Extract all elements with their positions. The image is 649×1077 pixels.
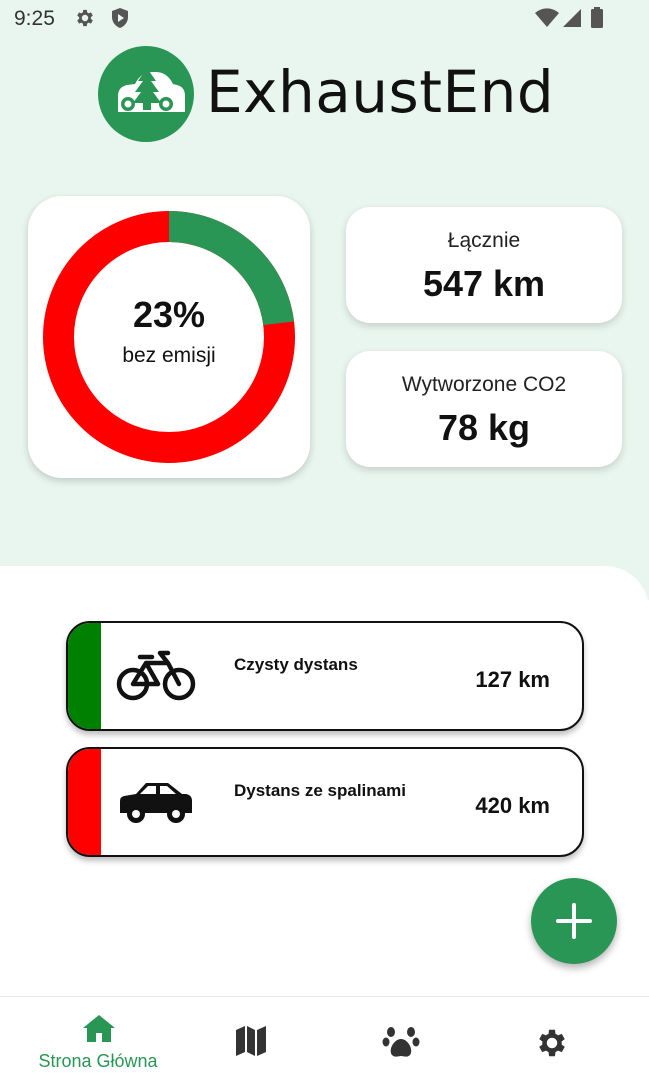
co2-value: 78 kg xyxy=(437,407,531,448)
status-time: 9:25 xyxy=(14,7,55,30)
trip-label: Czysty dystans xyxy=(234,655,358,674)
car-icon xyxy=(116,779,196,830)
nav-item-map[interactable] xyxy=(230,997,270,1077)
nav-label-home: Strona Główna xyxy=(38,1051,158,1071)
trip-value: 420 km xyxy=(475,793,550,818)
status-bar: 9:25 xyxy=(0,0,649,36)
total-distance-value: 547 km xyxy=(422,263,546,304)
total-distance-label: Łącznie xyxy=(447,229,521,252)
gear-icon xyxy=(534,1025,570,1066)
trip-row-clean[interactable]: Czysty dystans 127 km xyxy=(66,621,584,731)
co2-label: Wytworzone CO2 xyxy=(401,373,567,396)
trip-value: 127 km xyxy=(475,667,550,692)
app-header: ExhaustEnd xyxy=(98,46,568,142)
bicycle-icon xyxy=(116,649,196,708)
emission-donut-chart xyxy=(43,211,295,463)
paw-icon xyxy=(382,1025,420,1064)
bottom-nav: Strona Główna xyxy=(0,996,649,1077)
total-distance-card: Łącznie 547 km xyxy=(346,207,622,323)
shield-icon xyxy=(110,7,130,34)
battery-icon xyxy=(590,7,604,34)
nav-item-home[interactable]: Strona Główna xyxy=(18,997,178,1077)
trip-color-stripe xyxy=(68,749,101,855)
app-title: ExhaustEnd xyxy=(206,58,555,126)
add-trip-button[interactable] xyxy=(531,878,617,964)
trip-row-emission[interactable]: Dystans ze spalinami 420 km xyxy=(66,747,584,857)
nav-item-pets[interactable] xyxy=(382,997,422,1077)
map-icon xyxy=(234,1025,268,1062)
trip-label: Dystans ze spalinami xyxy=(234,781,406,800)
trip-color-stripe xyxy=(68,623,101,729)
plus-icon xyxy=(554,901,594,946)
emission-donut-card: 23% bez emisji xyxy=(28,196,310,478)
co2-card: Wytworzone CO2 78 kg xyxy=(346,351,622,467)
wifi-icon xyxy=(534,7,560,34)
signal-icon xyxy=(561,7,583,34)
home-icon xyxy=(82,1013,116,1048)
clean-percent-caption: bez emisji xyxy=(122,344,216,367)
car-tree-logo-icon xyxy=(98,46,194,142)
gear-icon xyxy=(74,7,96,34)
clean-percent-value: 23% xyxy=(132,294,206,335)
nav-item-settings[interactable] xyxy=(534,997,574,1077)
